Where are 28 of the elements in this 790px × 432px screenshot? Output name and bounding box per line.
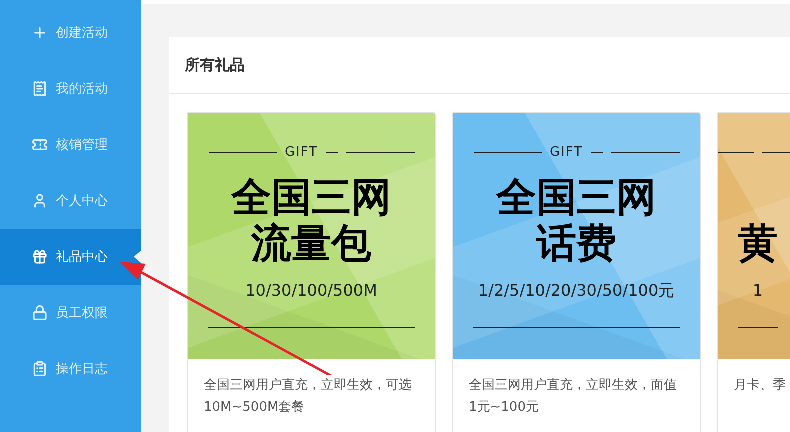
gift-title: 黄 [738,221,778,267]
gift-values: 10/30/100/500M [246,281,378,300]
gift-tag: GIFT [550,144,584,160]
sidebar-item[interactable]: 员工权限 [0,285,141,341]
plus-icon [32,25,48,41]
gift-title: 全国三网 [496,175,656,221]
gift-title: 话费 [535,221,618,267]
gift-title: 流量包 [250,221,372,267]
gift-card[interactable]: GIFT 全国三网 流量包 10/30/100/500M 全国三网用户直充，立即生效，可选10M~500M套餐 [187,112,436,432]
clipboard-icon [32,361,48,377]
user-icon [32,193,48,209]
gift-values: 1/2/5/10/20/30/50/100元 [478,281,675,302]
gift-tag: GIFT [284,144,318,160]
lock-icon [32,305,48,321]
gift-values: 1 [752,281,764,300]
sidebar-item[interactable]: 创建活动 [0,5,141,61]
gift-card[interactable]: 黄 1 月卡、季 [717,112,790,432]
panel-title: 所有礼品 [169,37,790,94]
gift-icon [32,249,48,265]
receipt-icon [32,81,48,97]
gift-title: 全国三网 [232,175,392,221]
sidebar-item[interactable]: 操作日志 [0,341,141,397]
gift-card[interactable]: GIFT 全国三网 话费 1/2/5/10/20/30/50/100元 全国三网用户直充，立即生效，面值1元~100元 [452,112,701,432]
sidebar-item[interactable]: 我的活动 [0,61,141,117]
sidebar-item[interactable]: 礼品中心 [0,229,141,285]
sidebar-item[interactable]: 核销管理 [0,117,141,173]
sidebar-item[interactable]: 个人中心 [0,173,141,229]
ticket-icon [32,137,48,153]
